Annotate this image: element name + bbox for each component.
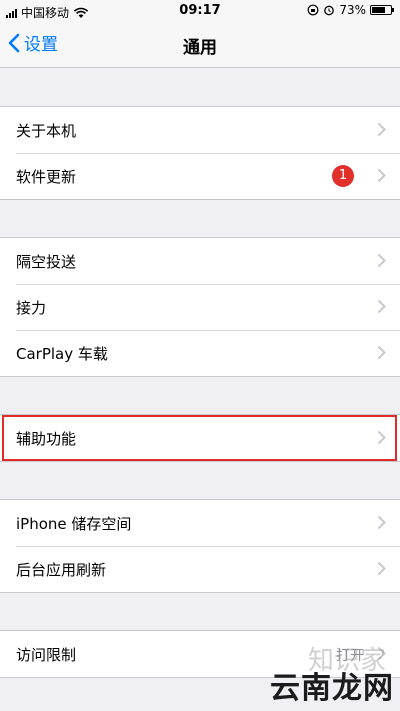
row-iphone-storage[interactable]: iPhone 储存空间 <box>0 500 400 546</box>
row-airdrop[interactable]: 隔空投送 <box>0 238 400 284</box>
chevron-right-icon <box>377 515 386 530</box>
row-about[interactable]: 关于本机 <box>0 107 400 153</box>
chevron-right-icon <box>377 345 386 360</box>
row-label: iPhone 储存空间 <box>16 514 132 533</box>
row-label: 接力 <box>16 298 47 317</box>
settings-group-connectivity: 隔空投送 接力 CarPlay 车载 <box>0 237 400 377</box>
chevron-right-icon <box>377 561 386 576</box>
row-carplay[interactable]: CarPlay 车载 <box>0 330 400 376</box>
row-label: 后台应用刷新 <box>16 560 107 579</box>
settings-group-storage: iPhone 储存空间 后台应用刷新 <box>0 499 400 593</box>
chevron-right-icon <box>377 168 386 183</box>
highlight-box <box>2 415 397 461</box>
row-handoff[interactable]: 接力 <box>0 284 400 330</box>
battery-percent: 73% <box>339 3 366 17</box>
chevron-right-icon <box>377 299 386 314</box>
row-label: 软件更新 <box>16 167 77 186</box>
row-background-refresh[interactable]: 后台应用刷新 <box>0 546 400 592</box>
chevron-right-icon <box>377 253 386 268</box>
row-label: 关于本机 <box>16 121 77 140</box>
status-bar: 中国移动 09:17 73% <box>0 0 400 22</box>
row-label: CarPlay 车载 <box>16 344 108 363</box>
navigation-bar: 设置 通用 <box>0 22 400 68</box>
chevron-right-icon <box>377 122 386 137</box>
battery-icon <box>370 5 394 15</box>
orientation-lock-icon <box>307 4 319 16</box>
settings-group-about: 关于本机 软件更新 1 <box>0 106 400 200</box>
status-right: 73% <box>307 3 394 17</box>
battery-fill <box>372 7 386 13</box>
alarm-icon <box>324 5 335 16</box>
row-label: 隔空投送 <box>16 252 77 271</box>
watermark: 云南龙网 <box>270 671 394 706</box>
row-software-update[interactable]: 软件更新 1 <box>0 153 400 199</box>
update-badge: 1 <box>332 165 354 187</box>
row-label: 访问限制 <box>16 645 77 664</box>
page-title: 通用 <box>183 38 217 58</box>
